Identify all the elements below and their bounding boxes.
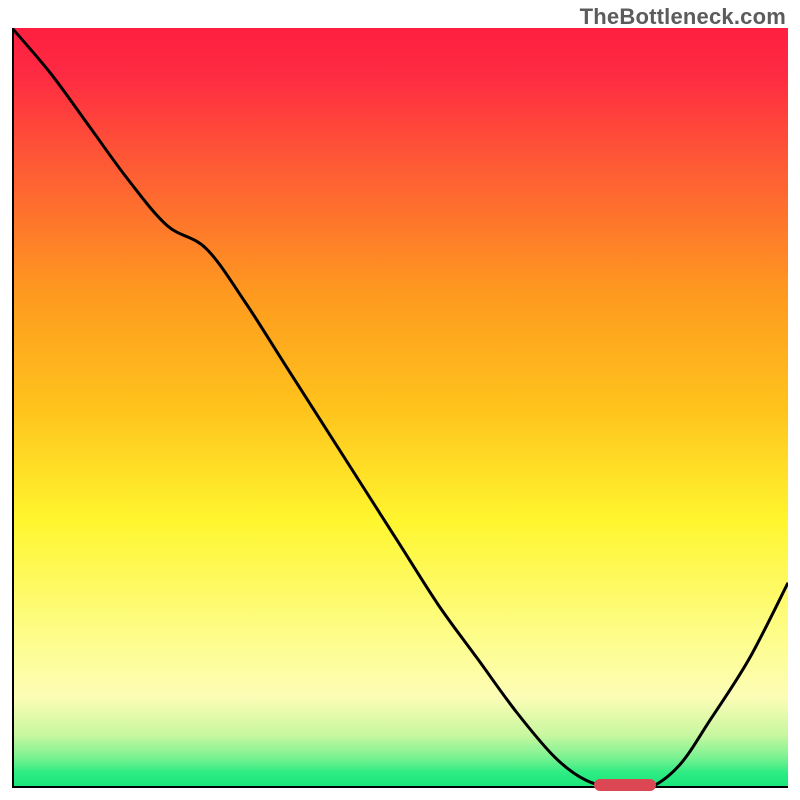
plot-area bbox=[12, 28, 788, 788]
gradient-background bbox=[12, 28, 788, 788]
chart-frame: TheBottleneck.com bbox=[0, 0, 800, 800]
optimal-range-marker bbox=[594, 779, 656, 791]
chart-svg bbox=[12, 28, 788, 788]
watermark-text: TheBottleneck.com bbox=[580, 4, 786, 30]
